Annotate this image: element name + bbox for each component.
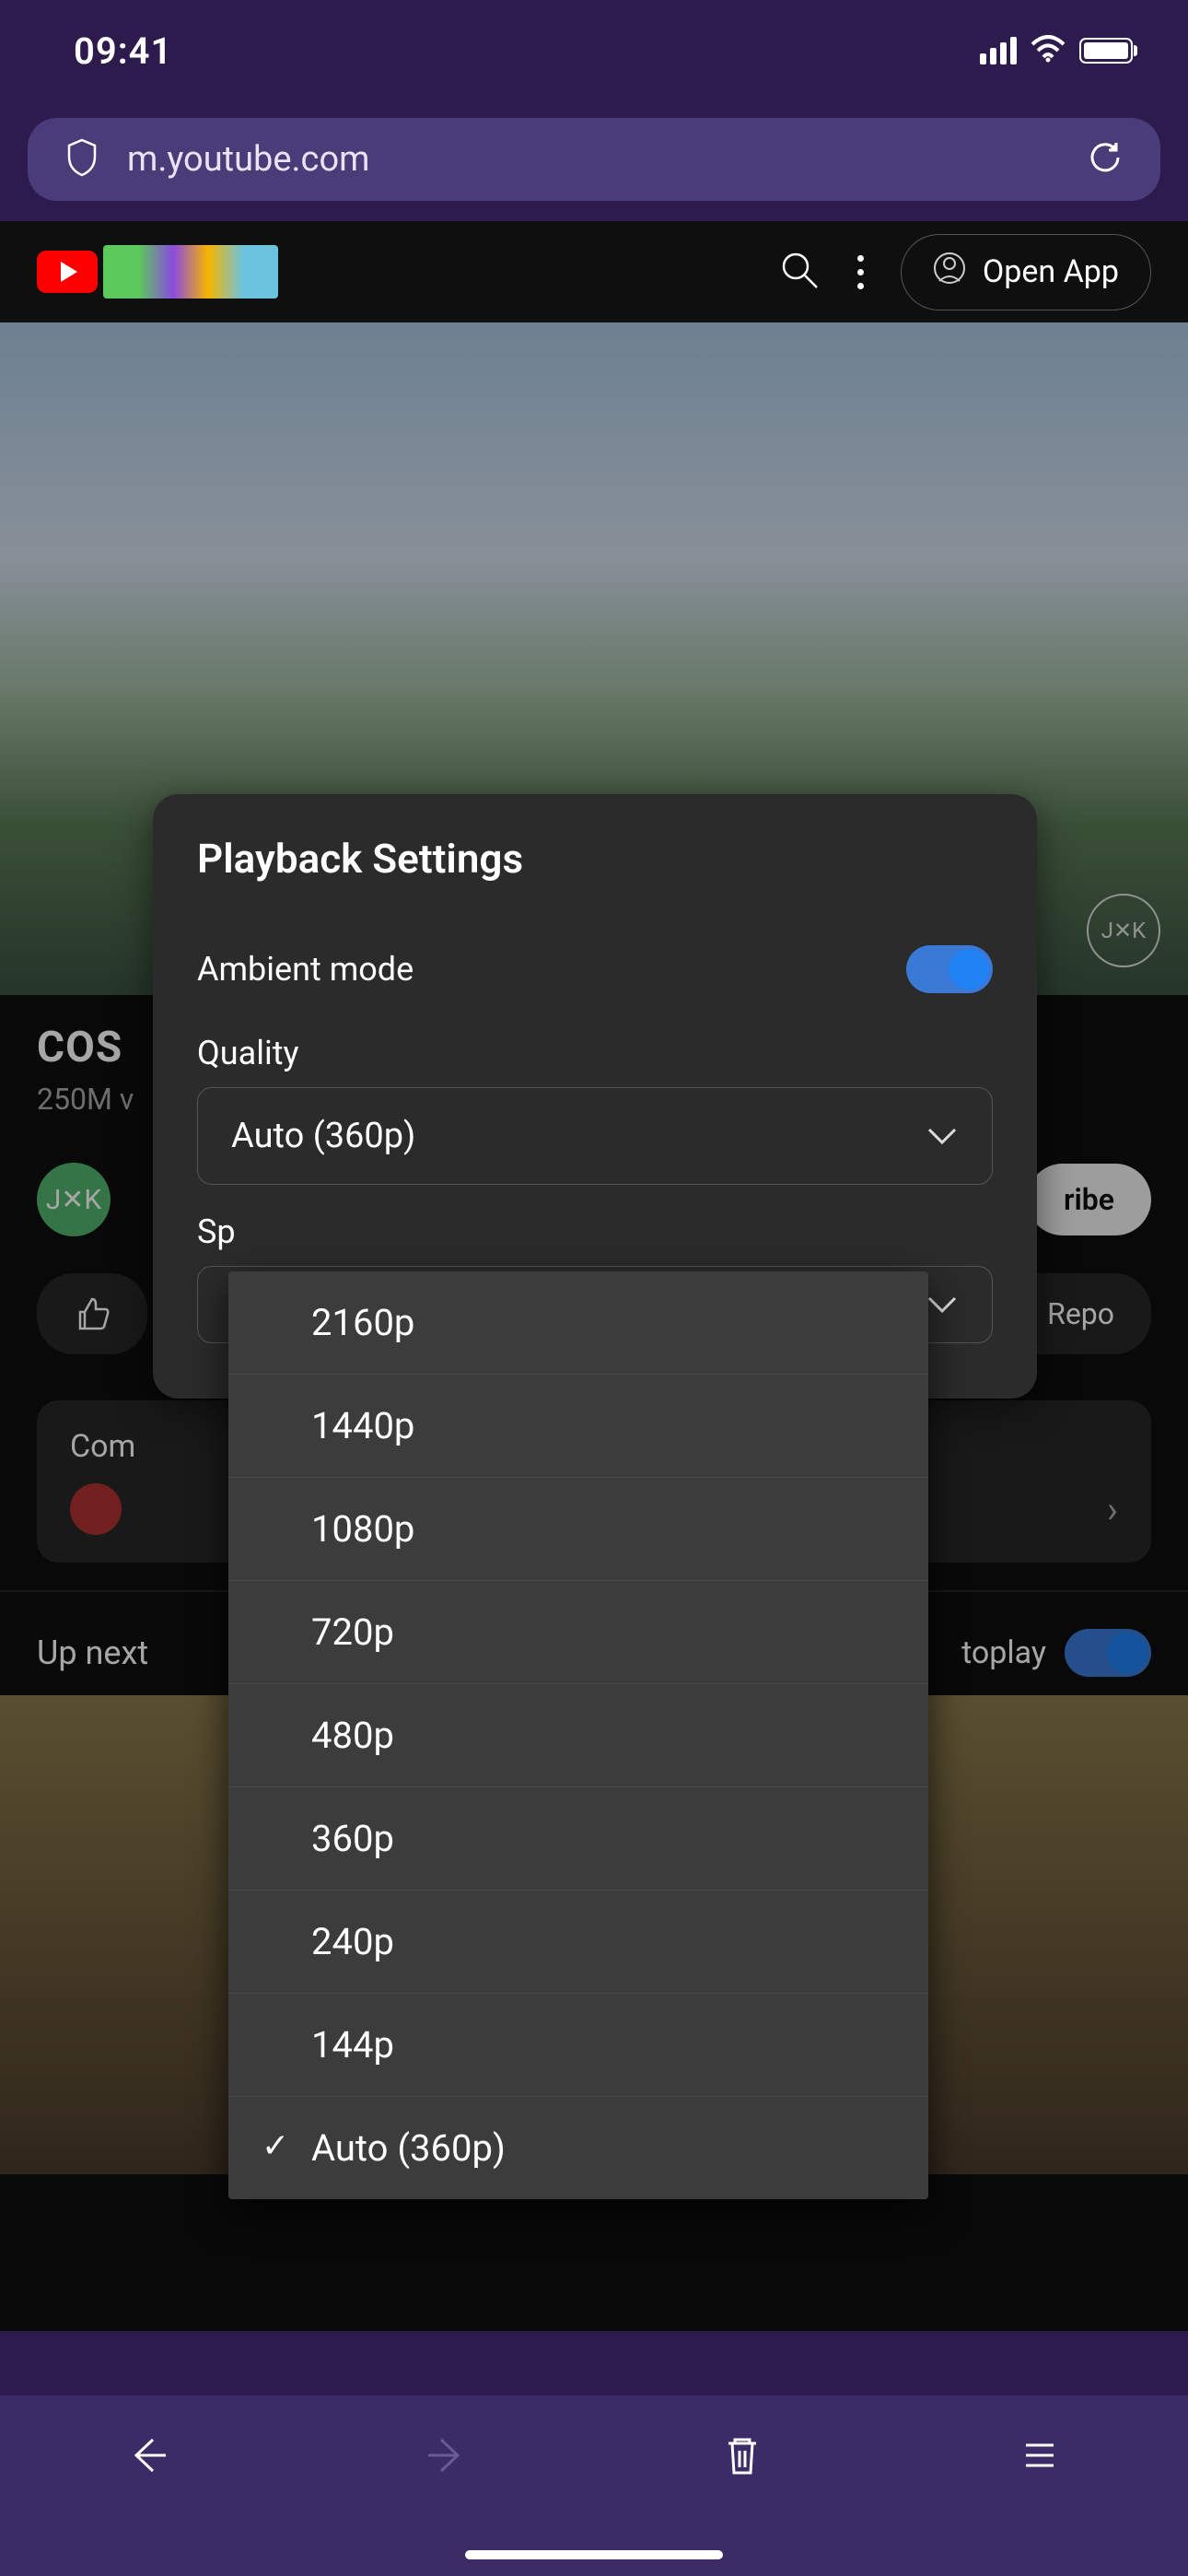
ambient-mode-toggle[interactable]: [906, 945, 993, 993]
commenter-avatar: [70, 1483, 122, 1535]
chevron-down-icon: [926, 1294, 959, 1315]
quality-select[interactable]: Auto (360p): [197, 1087, 993, 1185]
modal-title: Playback Settings: [153, 794, 1037, 914]
quality-value: Auto (360p): [231, 1116, 415, 1156]
up-next-label: Up next: [37, 1633, 148, 1672]
cellular-signal-icon: [980, 37, 1017, 64]
status-bar: 09:41: [0, 0, 1188, 101]
forward-button: [423, 2432, 469, 2482]
quality-option-720p[interactable]: 720p: [228, 1581, 928, 1684]
ambient-mode-row: Ambient mode: [197, 923, 993, 1015]
chevron-right-icon: ›: [1107, 1488, 1118, 1531]
url-text[interactable]: m.youtube.com: [127, 139, 1059, 180]
status-time: 09:41: [74, 29, 172, 73]
open-app-button[interactable]: Open App: [901, 234, 1151, 310]
menu-button[interactable]: [1017, 2432, 1063, 2482]
chevron-down-icon: [926, 1126, 959, 1146]
youtube-doodle-icon: [103, 245, 278, 299]
account-icon: [933, 252, 966, 293]
youtube-logo[interactable]: [37, 245, 278, 299]
autoplay-toggle[interactable]: [1065, 1629, 1151, 1677]
quality-option-2160p[interactable]: 2160p: [228, 1271, 928, 1375]
speed-label: Sp: [197, 1194, 993, 1266]
quality-label: Quality: [197, 1015, 993, 1087]
quality-option-144p[interactable]: 144p: [228, 1994, 928, 2097]
home-indicator[interactable]: [465, 2550, 723, 2559]
browser-url-bar[interactable]: m.youtube.com: [28, 118, 1160, 201]
open-app-label: Open App: [983, 253, 1119, 290]
quality-option-1080p[interactable]: 1080p: [228, 1478, 928, 1581]
quality-option-240p[interactable]: 240p: [228, 1891, 928, 1994]
youtube-play-icon: [37, 251, 98, 293]
ambient-mode-label: Ambient mode: [197, 950, 413, 989]
autoplay-label: toplay: [961, 1634, 1046, 1671]
report-label: Repo: [1047, 1296, 1114, 1331]
quality-option-360p[interactable]: 360p: [228, 1787, 928, 1891]
browser-bottom-nav: [0, 2395, 1188, 2576]
back-button[interactable]: [125, 2432, 171, 2482]
quality-option-1440p[interactable]: 1440p: [228, 1375, 928, 1478]
youtube-header: Open App: [0, 221, 1188, 322]
subscribe-button[interactable]: ribe: [1027, 1164, 1151, 1235]
thumbs-up-icon: [74, 1295, 111, 1332]
battery-icon: [1079, 38, 1133, 64]
status-icons: [980, 35, 1133, 66]
quality-option-auto[interactable]: Auto (360p): [228, 2097, 928, 2199]
delete-button[interactable]: [719, 2432, 765, 2482]
search-icon[interactable]: [778, 249, 821, 295]
quality-option-480p[interactable]: 480p: [228, 1684, 928, 1787]
quality-dropdown: 2160p 1440p 1080p 720p 480p 360p 240p 14…: [228, 1271, 928, 2199]
shield-icon[interactable]: [64, 137, 99, 181]
kebab-menu-icon[interactable]: [839, 246, 882, 299]
like-button[interactable]: [37, 1273, 147, 1354]
reload-icon[interactable]: [1087, 139, 1124, 180]
channel-avatar[interactable]: J✕K: [37, 1163, 111, 1236]
wifi-icon: [1030, 35, 1066, 66]
channel-watermark-icon[interactable]: J✕K: [1087, 894, 1160, 967]
